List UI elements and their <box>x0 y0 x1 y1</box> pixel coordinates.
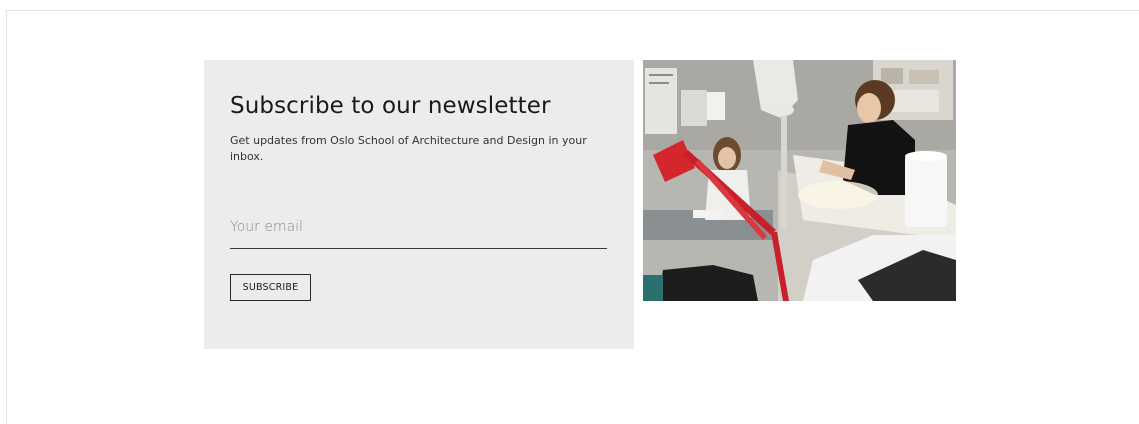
studio-photo <box>643 60 956 301</box>
newsletter-description: Get updates from Oslo School of Architec… <box>230 134 587 163</box>
email-field-wrapper <box>230 212 607 249</box>
email-input[interactable] <box>230 212 607 242</box>
newsletter-title: Subscribe to our newsletter <box>230 93 551 119</box>
subscribe-button[interactable]: SUBSCRIBE <box>230 274 311 301</box>
newsletter-panel: Subscribe to our newsletter Get updates … <box>204 60 634 349</box>
